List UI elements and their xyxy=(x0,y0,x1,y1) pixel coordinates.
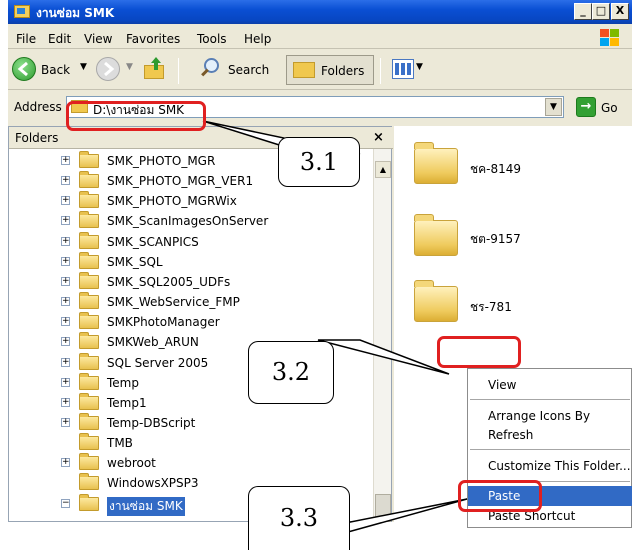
callout-3-2: 3.2 xyxy=(248,341,334,404)
paste-highlight-box xyxy=(458,480,542,512)
address-highlight-box xyxy=(66,101,206,131)
annotation-overlay xyxy=(202,120,468,533)
target-area-highlight-box xyxy=(437,336,521,368)
callout-3-1: 3.1 xyxy=(278,137,360,187)
callout-3-2-pointer xyxy=(317,339,450,375)
callout-3-3: 3.3 xyxy=(248,486,350,550)
